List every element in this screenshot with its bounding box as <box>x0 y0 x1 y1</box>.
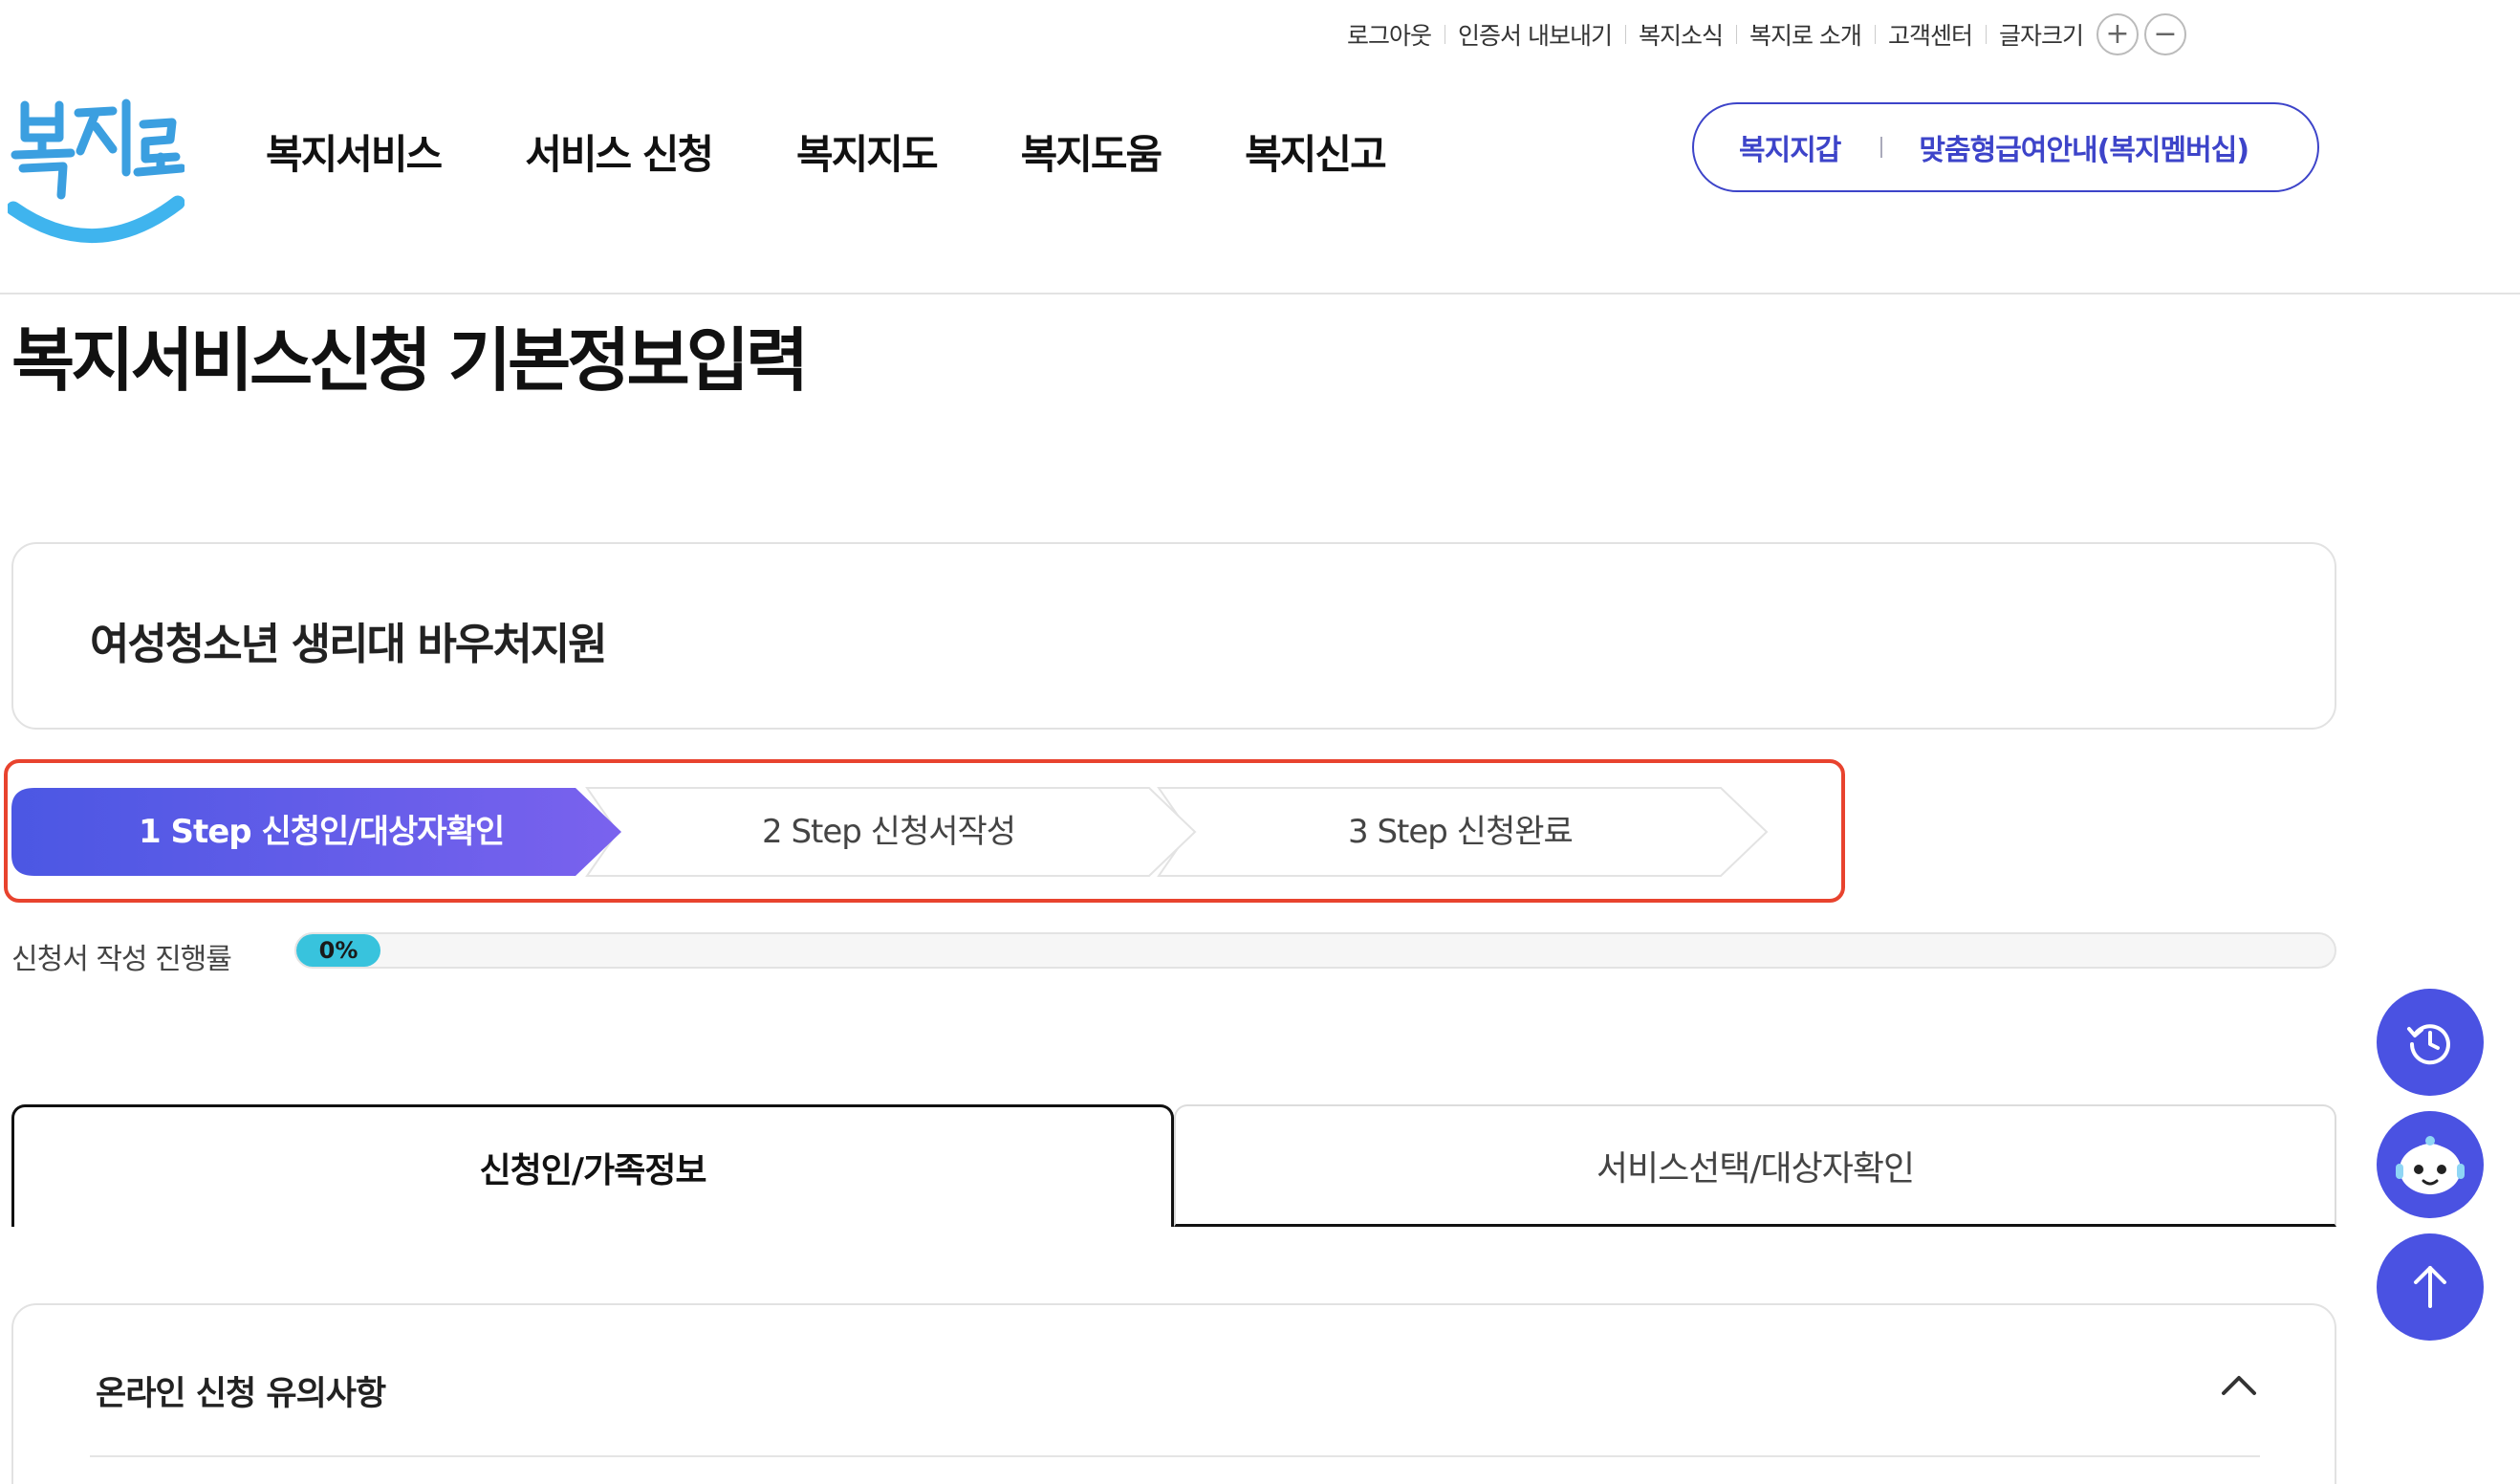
nav-welfare-report[interactable]: 복지신고 <box>1245 122 1387 181</box>
step-1-label[interactable]: 1 Step 신청인/대상자확인 <box>139 805 505 852</box>
chevron-up-icon[interactable] <box>2216 1366 2262 1405</box>
welfare-wallet-link[interactable]: 복지지갑 <box>1739 126 1841 168</box>
scroll-top-button[interactable] <box>2377 1233 2484 1341</box>
nav-welfare-services[interactable]: 복지서비스 <box>266 122 443 181</box>
plus-icon: + <box>2105 17 2130 51</box>
nav-welfare-map[interactable]: 복지지도 <box>796 122 939 181</box>
certificate-export-link[interactable]: 인증서 내보내기 <box>1445 17 1625 52</box>
pill-divider <box>1880 137 1883 158</box>
minus-icon: − <box>2153 17 2178 51</box>
quick-links-pill: 복지지갑 맞춤형급여안내(복지멤버십) <box>1692 102 2319 192</box>
service-name: 여성청소년 생리대 바우처지원 <box>90 619 608 669</box>
customer-center-link[interactable]: 고객센터 <box>1874 17 1986 52</box>
arrow-up-icon <box>2414 1266 2446 1308</box>
font-increase-button[interactable]: + <box>2096 13 2139 55</box>
service-card: 여성청소년 생리대 바우처지원 <box>11 542 2336 730</box>
chatbot-button[interactable] <box>2377 1111 2484 1218</box>
nav-service-application[interactable]: 서비스 신청 <box>525 122 714 181</box>
progress-label: 신청서 작성 진행률 <box>11 943 232 976</box>
font-size-label: 글자크기 <box>1985 17 2091 52</box>
online-notice-accordion: 온라인 신청 유의사항 <box>11 1303 2336 1484</box>
main-nav: 복지서비스 서비스 신청 복지지도 복지도움 복지신고 <box>266 122 1469 181</box>
progress-fill: 0% <box>296 934 380 967</box>
notice-divider <box>90 1455 2260 1457</box>
custom-benefit-link[interactable]: 맞춤형급여안내(복지멤버십) <box>1919 126 2249 168</box>
notice-title: 온라인 신청 유의사항 <box>96 1375 386 1413</box>
step-2-label[interactable]: 2 Step 신청서작성 <box>762 805 1016 852</box>
utility-bar: 로그아웃 인증서 내보내기 복지소식 복지로 소개 고객센터 글자크기 + − <box>1334 13 2186 55</box>
tab-applicant-family-info[interactable]: 신청인/가족정보 <box>11 1104 1174 1227</box>
history-icon <box>2407 1024 2450 1065</box>
welfare-news-link[interactable]: 복지소식 <box>1624 17 1736 52</box>
tab-service-selection[interactable]: 서비스선택/대상자확인 <box>1174 1104 2336 1227</box>
nav-welfare-help[interactable]: 복지도움 <box>1021 122 1163 181</box>
history-button[interactable] <box>2377 989 2484 1096</box>
font-decrease-button[interactable]: − <box>2143 13 2186 55</box>
site-logo[interactable] <box>6 96 186 258</box>
progress-value: 0% <box>318 937 358 964</box>
logo-icon <box>6 98 186 244</box>
about-link[interactable]: 복지로 소개 <box>1735 17 1875 52</box>
step-3-label[interactable]: 3 Step 신청완료 <box>1348 805 1574 852</box>
logout-link[interactable]: 로그아웃 <box>1334 17 1445 52</box>
header-divider <box>0 293 2520 295</box>
page-title: 복지서비스신청 기본정보입력 <box>11 320 809 401</box>
chatbot-icon <box>2396 1136 2465 1194</box>
step-indicator <box>11 787 1769 877</box>
progress-track: 0% <box>294 932 2336 969</box>
